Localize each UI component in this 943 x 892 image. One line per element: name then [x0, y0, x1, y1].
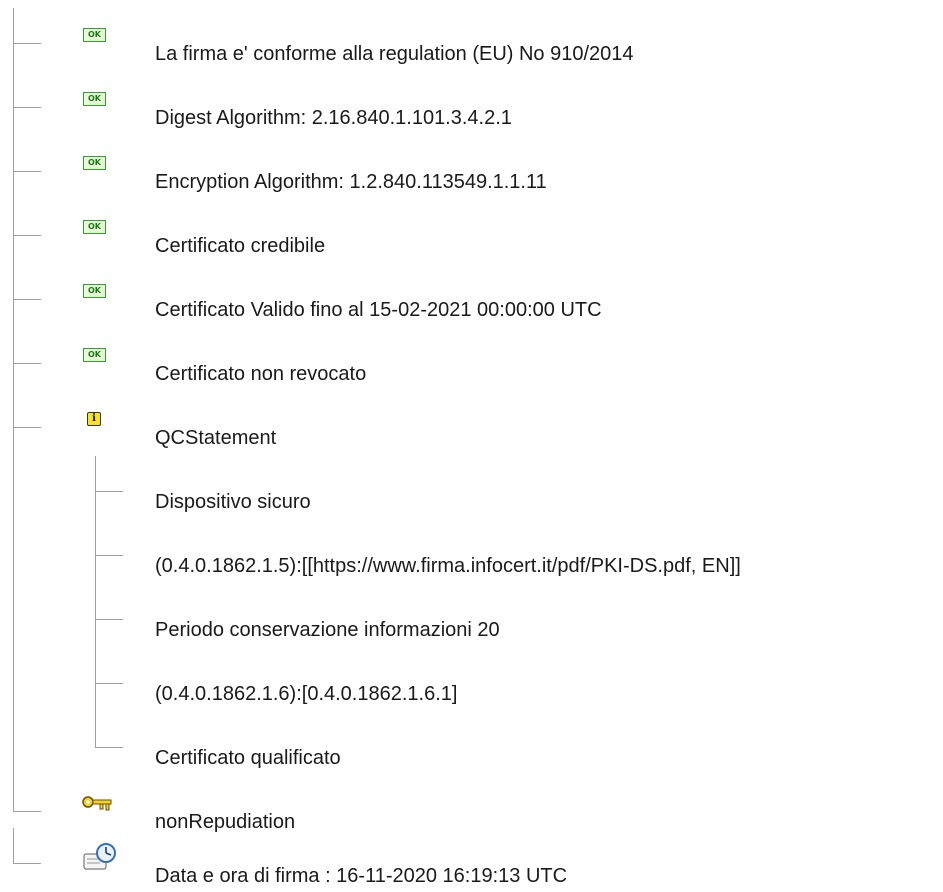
key-icon — [82, 796, 112, 811]
tree-connector — [95, 456, 96, 520]
tree-item[interactable]: OK Certificato non revocato — [0, 328, 943, 392]
tree-item-label: QCStatement — [155, 427, 277, 449]
tree-connector — [13, 811, 41, 812]
tree-connector — [95, 520, 96, 584]
tree-connector — [13, 392, 14, 456]
tree-item[interactable]: OK Certificato Valido fino al 15-02-2021… — [0, 264, 943, 328]
tree-child-item[interactable]: (0.4.0.1862.1.6):[0.4.0.1862.1.6.1] — [0, 648, 943, 712]
tree-item[interactable]: OK Encryption Algorithm: 1.2.840.113549.… — [0, 136, 943, 200]
tree-child-item[interactable]: Certificato qualificato — [0, 712, 943, 776]
tree-item-label: Digest Algorithm: 2.16.840.1.101.3.4.2.1 — [155, 107, 512, 129]
tree-connector — [13, 171, 41, 172]
tree-item-label: Encryption Algorithm: 1.2.840.113549.1.1… — [155, 171, 547, 193]
tree-connector — [95, 747, 123, 748]
tree-connector — [95, 584, 96, 648]
tree-connector — [13, 107, 41, 108]
tree-connector — [13, 235, 41, 236]
tree-item-label: Periodo conservazione informazioni 20 — [155, 619, 500, 641]
ok-icon: OK — [83, 156, 106, 170]
tree-connector — [13, 328, 14, 392]
ok-icon: OK — [83, 92, 106, 106]
tree-connector — [13, 863, 41, 864]
tree-connector — [13, 520, 14, 584]
tree-connector — [95, 491, 123, 492]
ok-icon: OK — [83, 348, 106, 362]
tree-connector — [13, 8, 14, 72]
tree-item[interactable]: OK Digest Algorithm: 2.16.840.1.101.3.4.… — [0, 72, 943, 136]
clock-icon — [83, 843, 116, 870]
tree-connector — [13, 456, 14, 520]
tree-connector — [13, 648, 14, 712]
tree-connector — [95, 648, 96, 712]
tree-child-item[interactable]: (0.4.0.1862.1.5):[[https://www.firma.inf… — [0, 520, 943, 584]
tree-item-label: (0.4.0.1862.1.6):[0.4.0.1862.1.6.1] — [155, 683, 458, 705]
tree-item-label: Certificato qualificato — [155, 747, 341, 769]
tree-item-label: Data e ora di firma : 16-11-2020 16:19:1… — [155, 865, 568, 887]
tree-item-label: La firma e' conforme alla regulation (EU… — [155, 43, 634, 65]
signature-details-tree: OK La firma e' conforme alla regulation … — [0, 0, 943, 892]
tree-connector — [13, 136, 14, 200]
tree-connector — [13, 200, 14, 264]
tree-connector — [95, 555, 123, 556]
tree-item-label: (0.4.0.1862.1.5):[[https://www.firma.inf… — [155, 555, 741, 577]
ok-icon: OK — [83, 284, 106, 298]
tree-connector — [13, 72, 14, 136]
tree-connector — [13, 427, 41, 428]
tree-connector — [13, 584, 14, 648]
tree-item-label: Certificato credibile — [155, 235, 326, 257]
tree-item-signing-time[interactable]: Data e ora di firma : 16-11-2020 16:19:1… — [0, 828, 943, 892]
tree-connector — [95, 712, 96, 748]
tree-child-item[interactable]: Periodo conservazione informazioni 20 — [0, 584, 943, 648]
tree-connector — [13, 776, 14, 812]
tree-item[interactable]: OK La firma e' conforme alla regulation … — [0, 8, 943, 72]
tree-child-item[interactable]: Dispositivo sicuro — [0, 456, 943, 520]
tree-connector — [13, 264, 14, 328]
ok-icon: OK — [83, 28, 106, 42]
tree-item-qcstatement[interactable]: i QCStatement — [0, 392, 943, 456]
tree-connector — [95, 683, 123, 684]
ok-icon: OK — [83, 220, 106, 234]
info-icon: i — [87, 412, 101, 426]
tree-item-label: Dispositivo sicuro — [155, 491, 311, 513]
tree-connector — [95, 619, 123, 620]
tree-connector — [13, 299, 41, 300]
tree-connector — [13, 712, 14, 776]
tree-item-label: Certificato non revocato — [155, 363, 367, 385]
tree-connector — [13, 828, 14, 864]
tree-connector — [13, 43, 41, 44]
tree-connector — [13, 363, 41, 364]
tree-item[interactable]: OK Certificato credibile — [0, 200, 943, 264]
tree-item-label: Certificato Valido fino al 15-02-2021 00… — [155, 299, 602, 321]
